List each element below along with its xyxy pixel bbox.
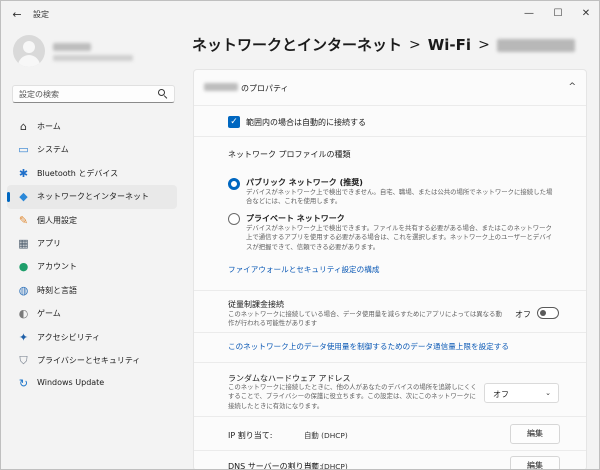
breadcrumb-separator: > (478, 36, 490, 53)
firewall-settings-link[interactable]: ファイアウォールとセキュリティ設定の構成 (228, 264, 379, 275)
back-arrow-icon: ← (12, 8, 22, 21)
home-icon: ⌂ (20, 120, 27, 133)
search-icon[interactable] (158, 89, 168, 99)
sidebar-nav: ⌂ ホーム ▭ システム ✱ Bluetooth とデバイス ◆ ネットワークとインターネット… (7, 115, 177, 396)
dns-assignment-value: 自動 (DHCP) (304, 462, 348, 470)
personalization-icon: ✎ (18, 213, 29, 227)
divider (194, 416, 586, 417)
auto-connect-label: 範囲内の場合は自動的に接続する (246, 118, 366, 127)
ssid-redacted (204, 83, 238, 91)
sidebar-item-label: ホーム (37, 122, 61, 131)
windows-update-icon: ↻ (18, 377, 29, 391)
properties-title: のプロパティ (241, 84, 289, 93)
time-language-icon: ◍ (18, 283, 29, 297)
sidebar-item-system[interactable]: ▭ システム (7, 138, 177, 161)
gaming-icon: ◐ (18, 307, 29, 321)
network-name-redacted (496, 39, 575, 52)
random-hw-address-value: オフ (493, 390, 509, 399)
checkmark-icon[interactable]: ✓ (228, 116, 240, 128)
random-hw-address-desc: このネットワークに接続したときに、他の人があなたのデバイスの場所を追跡しにくくす… (228, 383, 477, 410)
divider (194, 136, 586, 137)
chevron-down-icon: ⌄ (545, 389, 551, 397)
public-network-radio[interactable] (228, 178, 240, 190)
sidebar-item-label: ネットワークとインターネット (37, 192, 149, 202)
sidebar-item-label: Bluetooth とデバイス (37, 168, 119, 178)
sidebar-item-network[interactable]: ◆ ネットワークとインターネット (7, 185, 177, 209)
sidebar-item-label: アカウント (37, 262, 77, 272)
sidebar-item-home[interactable]: ⌂ ホーム (7, 115, 177, 138)
sidebar-item-account[interactable]: ● アカウント (7, 255, 177, 278)
divider (194, 450, 586, 451)
sidebar-item-label: Windows Update (37, 378, 105, 388)
divider (194, 332, 586, 333)
breadcrumb-wifi[interactable]: Wi-Fi (428, 36, 471, 54)
app-title: 設定 (33, 10, 49, 19)
network-profile-title: ネットワーク プロファイルの種類 (228, 150, 351, 159)
metered-state-label: オフ (515, 310, 531, 319)
sidebar-item-shield[interactable]: ⛉ プライバシーとセキュリティ (7, 349, 177, 372)
user-name-redacted (53, 43, 91, 51)
bluetooth-icon: ✱ (18, 166, 29, 180)
title-bar: ← 設定 — ☐ ✕ (1, 1, 599, 29)
breadcrumb-separator: > (409, 36, 421, 53)
breadcrumb: ネットワークとインターネット > Wi-Fi > (192, 34, 575, 58)
metered-connection-desc: このネットワークに接続している場合、データ使用量を減らすためにアプリによっては異… (228, 310, 502, 328)
search-input[interactable] (19, 88, 154, 100)
data-limit-link[interactable]: このネットワーク上のデータ使用量を制御するためのデータ通信量上限を設定する (228, 341, 509, 352)
minimize-icon: — (524, 8, 534, 19)
ip-assignment-value: 自動 (DHCP) (304, 431, 348, 440)
properties-panel: のプロパティ ^ ✓ 範囲内の場合は自動的に接続する ネットワーク プロファイル… (193, 69, 587, 470)
shield-icon: ⛉ (19, 353, 28, 367)
ip-edit-button[interactable]: 編集 (510, 424, 560, 444)
random-hw-address-select[interactable]: オフ ⌄ (484, 383, 559, 403)
accessibility-icon: ✦ (18, 330, 29, 344)
sidebar-item-label: 個人用設定 (37, 215, 77, 225)
apps-icon: ▦ (18, 236, 29, 250)
minimize-button[interactable]: — (521, 6, 537, 22)
user-profile[interactable] (13, 35, 183, 69)
sidebar-item-label: 時刻と言語 (37, 285, 77, 295)
chevron-up-icon[interactable]: ^ (568, 82, 576, 92)
private-network-desc: デバイスがネットワーク上で検出できます。ファイルを共有する必要がある場合、または… (246, 224, 552, 251)
maximize-button[interactable]: ☐ (550, 6, 566, 22)
sidebar-item-label: アクセシビリティ (37, 332, 101, 342)
breadcrumb-network[interactable]: ネットワークとインターネット (192, 34, 402, 55)
properties-header[interactable]: のプロパティ ^ (194, 70, 586, 106)
sidebar-item-gaming[interactable]: ◐ ゲーム (7, 302, 177, 325)
dns-edit-button[interactable]: 編集 (510, 456, 560, 469)
avatar (13, 35, 45, 67)
account-icon: ● (18, 260, 29, 274)
private-network-radio[interactable] (228, 213, 240, 225)
close-icon: ✕ (581, 8, 591, 19)
network-icon: ◆ (19, 190, 28, 204)
settings-window: ← 設定 — ☐ ✕ ⌂ ホーム ▭ システム ✱ Bluetooth とデバイス ◆ ネット… (0, 0, 600, 470)
sidebar-item-label: ゲーム (37, 309, 61, 319)
divider (194, 290, 586, 291)
sidebar-item-personalization[interactable]: ✎ 個人用設定 (7, 209, 177, 232)
private-network-title: プライベート ネットワーク (246, 214, 345, 223)
sidebar-item-apps[interactable]: ▦ アプリ (7, 232, 177, 255)
sidebar-item-time-language[interactable]: ◍ 時刻と言語 (7, 279, 177, 302)
sidebar-item-windows-update[interactable]: ↻ Windows Update (7, 372, 177, 395)
user-email-redacted (53, 55, 133, 61)
system-icon: ▭ (18, 143, 29, 157)
close-button[interactable]: ✕ (578, 6, 594, 22)
sidebar-item-bluetooth[interactable]: ✱ Bluetooth とデバイス (7, 162, 177, 185)
sidebar-item-accessibility[interactable]: ✦ アクセシビリティ (7, 326, 177, 349)
settings-search[interactable] (12, 85, 175, 103)
sidebar-item-label: プライバシーとセキュリティ (37, 355, 141, 365)
back-button[interactable]: ← (9, 7, 25, 23)
maximize-icon: ☐ (553, 8, 563, 19)
sidebar-item-label: システム (37, 145, 69, 155)
metered-connection-toggle[interactable] (537, 307, 559, 319)
public-network-desc: デバイスがネットワーク上で検出できません。自宅、職場、または公共の場所でネットワ… (246, 188, 553, 206)
ip-assignment-label: IP 割り当て: (228, 431, 273, 440)
metered-connection-title: 従量制課金接続 (228, 300, 284, 309)
sidebar-item-label: アプリ (37, 238, 61, 248)
divider (194, 362, 586, 363)
public-network-title: パブリック ネットワーク (推奨) (246, 178, 363, 187)
